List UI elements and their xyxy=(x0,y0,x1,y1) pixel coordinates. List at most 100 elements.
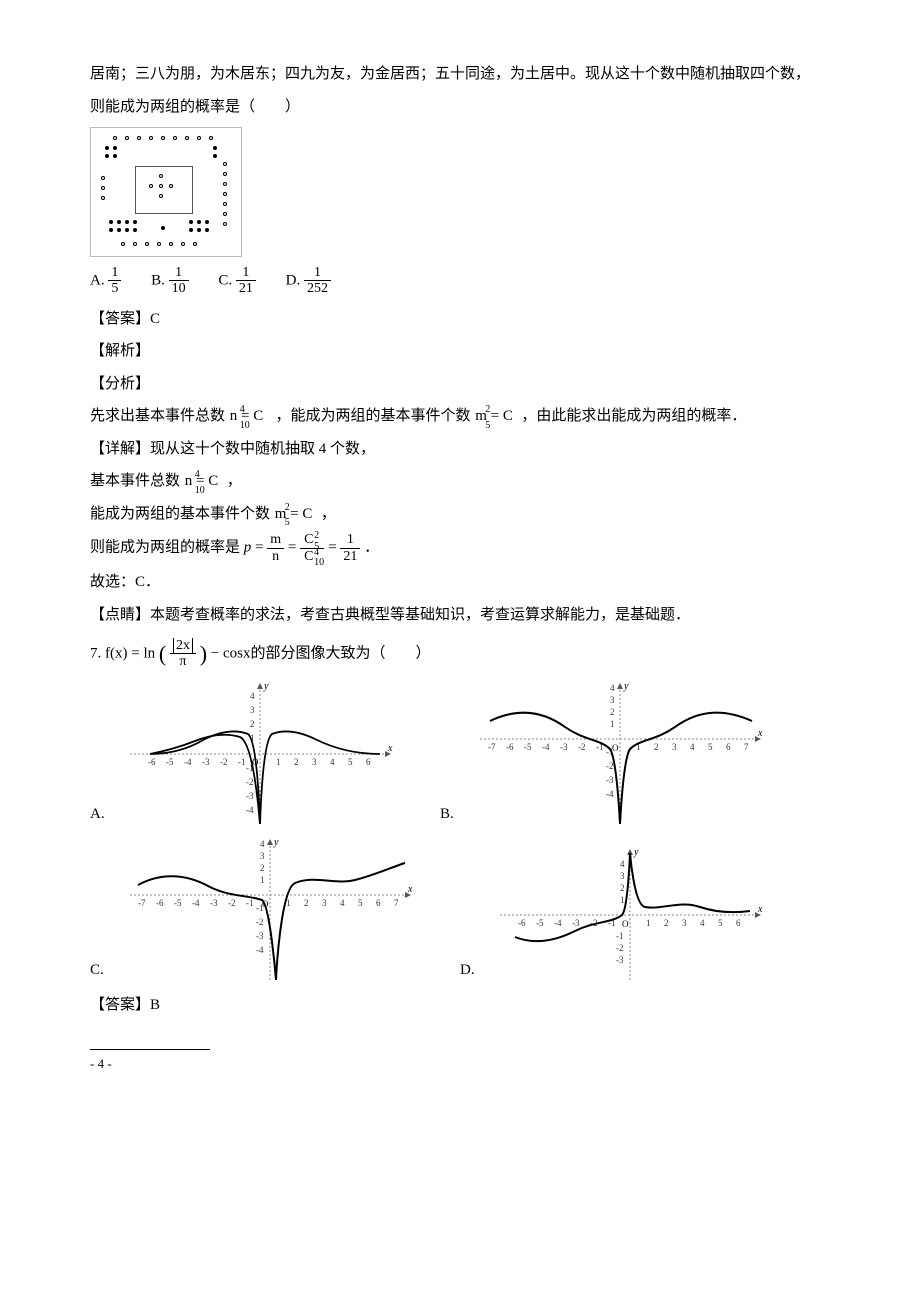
svg-text:3: 3 xyxy=(312,757,317,767)
svg-text:3: 3 xyxy=(672,742,677,752)
svg-text:-2: -2 xyxy=(606,761,614,771)
q6-lm-eq: m = C xyxy=(275,506,313,522)
q6-ln-sup: 4 xyxy=(195,465,200,484)
svg-text:3: 3 xyxy=(322,898,327,908)
q6-d-den: 252 xyxy=(304,281,331,296)
svg-text:-1: -1 xyxy=(256,903,264,913)
q6-lm-a: 能成为两组的基本事件个数 xyxy=(90,506,274,522)
q7-stem-prefix: 7. f(x) = ln xyxy=(90,645,155,661)
svg-text:-4: -4 xyxy=(554,918,562,928)
q6-dianjing: 【点睛】本题考查概率的求法，考查古典概型等基础知识，考查运算求解能力，是基础题． xyxy=(90,601,850,630)
q6-opt-c-label: C. xyxy=(218,272,232,288)
q7-answer: 【答案】B xyxy=(90,991,850,1020)
svg-text:x: x xyxy=(757,728,763,739)
graph-a: x y O -6-5-4-3-2-1 123456 1234 -1-2-3-4 xyxy=(120,679,400,829)
q6-fenxi-b: ，能成为两组的基本事件个数 xyxy=(275,408,474,424)
svg-text:4: 4 xyxy=(250,691,255,701)
q6-answer: 【答案】C xyxy=(90,305,850,334)
q6-b-den: 10 xyxy=(169,281,189,296)
svg-text:-4: -4 xyxy=(542,742,550,752)
svg-text:4: 4 xyxy=(700,918,705,928)
svg-text:-1: -1 xyxy=(246,898,254,908)
svg-text:-6: -6 xyxy=(148,757,156,767)
q6-stem-line1: 居南；三八为朋，为木居东；四九为友，为金居西；五十同途，为土居中。现从这十个数中… xyxy=(90,60,850,89)
svg-text:y: y xyxy=(633,847,639,858)
svg-text:-2: -2 xyxy=(246,777,254,787)
svg-text:2: 2 xyxy=(664,918,669,928)
q7-opt-b-label: B. xyxy=(440,800,470,829)
svg-text:7: 7 xyxy=(744,742,749,752)
q6-stem-line2: 则能成为两组的概率是（ ） xyxy=(90,93,850,122)
q6-lm-sup: 2 xyxy=(285,498,290,517)
svg-text:-4: -4 xyxy=(246,805,254,815)
svg-text:-3: -3 xyxy=(606,775,614,785)
svg-text:-3: -3 xyxy=(256,931,264,941)
graph-b: x y O -7-6-5-4-3-2-1 1234567 1234 -1-2-3… xyxy=(470,679,770,829)
svg-text:-2: -2 xyxy=(578,742,586,752)
q6-c-den: 21 xyxy=(236,281,256,296)
q7-frac-num: 2x xyxy=(173,638,193,653)
q6-f2d-b: C xyxy=(304,549,313,564)
svg-text:-3: -3 xyxy=(560,742,568,752)
svg-text:y: y xyxy=(263,681,269,692)
q6-prob-p: p xyxy=(244,540,252,556)
svg-text:3: 3 xyxy=(260,851,265,861)
q6-prob-period: ． xyxy=(364,540,379,556)
svg-text:5: 5 xyxy=(358,898,363,908)
q6-c-num: 1 xyxy=(236,265,256,281)
q6-a-num: 1 xyxy=(108,265,121,281)
q6-f1-num: m xyxy=(267,532,284,548)
q7-stem-suffix: − cosx的部分图像大致为（ ） xyxy=(211,645,431,661)
svg-text:-2: -2 xyxy=(228,898,236,908)
footer-rule xyxy=(90,1049,210,1050)
q6-ln-a: 基本事件总数 xyxy=(90,473,184,489)
q7-stem: 7. f(x) = ln ( 2x π ) − cosx的部分图像大致为（ ） xyxy=(90,633,850,675)
q6-jiexi: 【解析】 xyxy=(90,337,850,366)
q6-xiangjie: 【详解】现从这十个数中随机抽取 4 个数， xyxy=(90,435,850,464)
q7-frac-den: π xyxy=(170,654,196,669)
svg-text:2: 2 xyxy=(294,757,299,767)
svg-text:-3: -3 xyxy=(572,918,580,928)
q6-fenxi-heading: 【分析】 xyxy=(90,370,850,399)
svg-text:6: 6 xyxy=(376,898,381,908)
svg-text:-2: -2 xyxy=(256,917,264,927)
q6-f3-den: 21 xyxy=(340,549,360,564)
svg-text:-6: -6 xyxy=(506,742,514,752)
svg-text:-5: -5 xyxy=(174,898,182,908)
q6-fenxi-c: ，由此能求出能成为两组的概率． xyxy=(521,408,746,424)
svg-text:-6: -6 xyxy=(156,898,164,908)
svg-text:-7: -7 xyxy=(138,898,146,908)
q6-line-m: 能成为两组的基本事件个数 m = C52 ， xyxy=(90,500,850,529)
svg-text:1: 1 xyxy=(646,918,651,928)
q6-f2d-p: 4 xyxy=(314,547,319,558)
q6-a-den: 5 xyxy=(108,281,121,296)
svg-text:-3: -3 xyxy=(202,757,210,767)
q6-guxuan: 故选：C． xyxy=(90,568,850,597)
q6-f1-den: n xyxy=(267,549,284,564)
svg-text:y: y xyxy=(623,681,629,692)
q6-ln-b: ， xyxy=(227,473,242,489)
svg-text:2: 2 xyxy=(620,883,625,893)
svg-text:-2: -2 xyxy=(220,757,228,767)
svg-text:5: 5 xyxy=(718,918,723,928)
svg-text:O: O xyxy=(622,919,629,929)
q6-d-num: 1 xyxy=(304,265,331,281)
svg-text:y: y xyxy=(273,837,279,848)
q6-lm-b: ， xyxy=(321,506,336,522)
luoshu-diagram xyxy=(90,127,242,257)
q6-prob-text: 则能成为两组的概率是 xyxy=(90,540,244,556)
q7-opt-c-label: C. xyxy=(90,956,120,985)
q6-prob-line: 则能成为两组的概率是 p = mn = C52 C104 = 121 ． xyxy=(90,532,850,564)
svg-text:-4: -4 xyxy=(184,757,192,767)
q6-fx-eq2: m = C xyxy=(475,408,513,424)
svg-text:-3: -3 xyxy=(210,898,218,908)
q6-f2d-s: 10 xyxy=(314,557,324,568)
q6-prob-eq2: = xyxy=(288,540,300,556)
graph-c: x y O -7-6-5-4-3-2-1 1234567 1234 -1-2-3… xyxy=(120,835,420,985)
q6-f3-num: 1 xyxy=(340,532,360,548)
svg-text:x: x xyxy=(407,884,413,895)
graph-d: x y O -6-5-4-3-2-1 123456 1234 -1-2-3 xyxy=(490,845,770,985)
svg-text:4: 4 xyxy=(260,839,265,849)
svg-text:5: 5 xyxy=(348,757,353,767)
svg-text:5: 5 xyxy=(708,742,713,752)
